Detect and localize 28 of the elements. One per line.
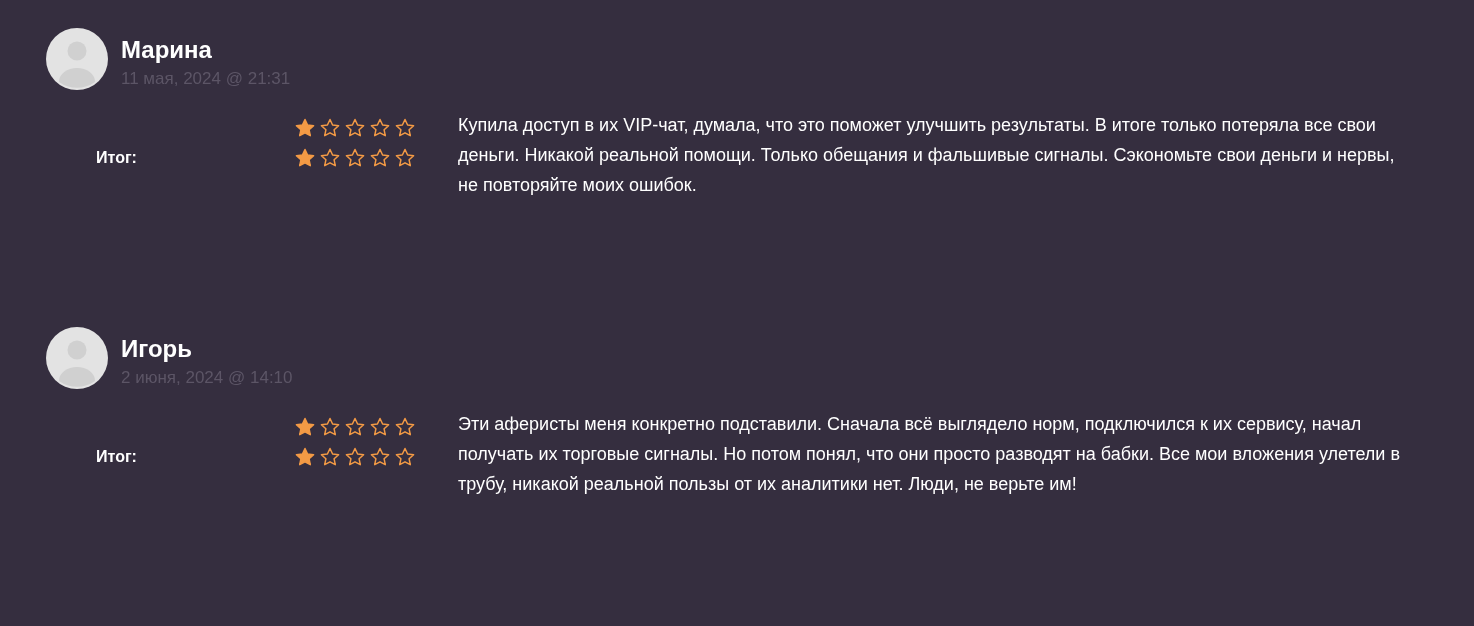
empty-star-icon (395, 118, 415, 138)
empty-star-icon (320, 118, 340, 138)
empty-star-icon (345, 118, 365, 138)
rating-label: Итог: (96, 149, 137, 166)
reviewer-name: Марина (121, 36, 213, 64)
filled-star-icon (295, 118, 315, 138)
review-text: Купила доступ в их VIP-чат, думала, что это поможет улучшить результаты. В итоге только потеряла все свои деньги. Никакой реальной помощи. Только обещания и фальшивые сигналы. Сэкономьте свои деньги и нервы, не повторяйте моих ошибок. (458, 114, 1396, 197)
empty-star-icon (320, 148, 340, 168)
empty-star-icon (370, 148, 390, 168)
empty-star-icon (395, 148, 415, 168)
empty-star-icon (345, 417, 365, 437)
empty-star-icon (395, 447, 415, 467)
review-text: Эти аферисты меня конкретно подставили. Сначала всё выглядело норм, подключился к их сервису, начал получать их торговые сигналы. Но потом понял, что они просто разводят на бабки. Все мои вложения улетели в трубу, никакой реальной пользы от их аналитики нет. Люди, не верьте им! (458, 413, 1401, 496)
rating-label: Итог: (96, 448, 137, 465)
empty-star-icon (345, 148, 365, 168)
empty-star-icon (370, 118, 390, 138)
empty-star-icon (320, 417, 340, 437)
avatar-icon (46, 327, 108, 389)
empty-star-icon (345, 447, 365, 467)
empty-star-icon (320, 447, 340, 467)
empty-star-icon (370, 447, 390, 467)
filled-star-icon (295, 417, 315, 437)
reviewer-name: Игорь (121, 335, 193, 363)
empty-star-icon (370, 417, 390, 437)
empty-star-icon (395, 417, 415, 437)
filled-star-icon (295, 148, 315, 168)
filled-star-icon (295, 447, 315, 467)
avatar-icon (46, 28, 108, 90)
